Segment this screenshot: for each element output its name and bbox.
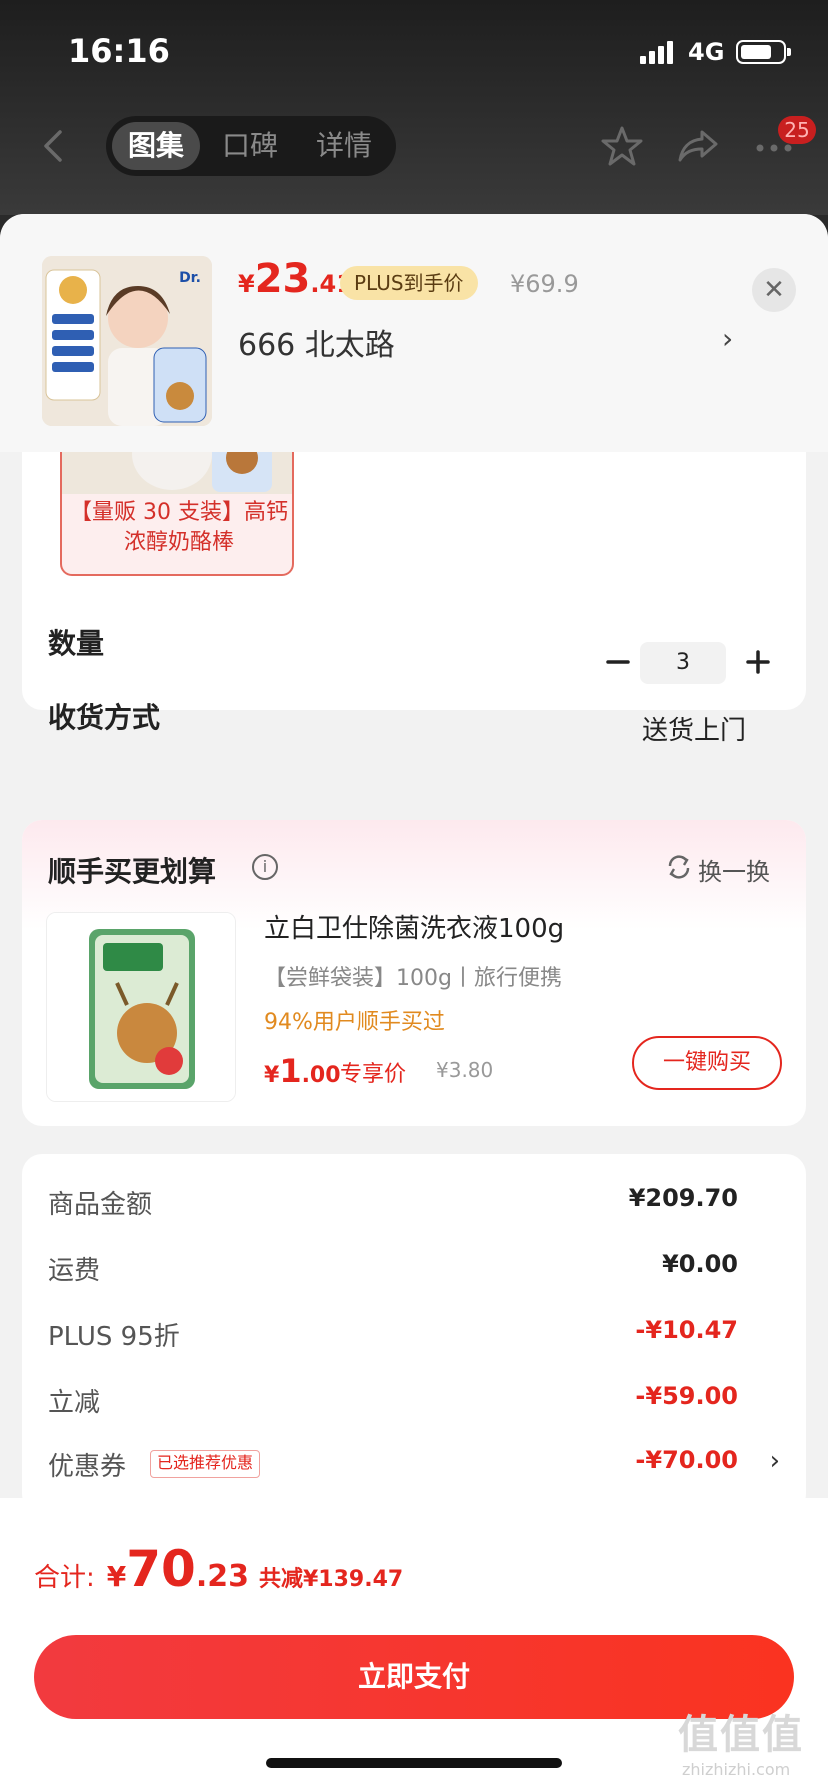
delivery-address[interactable]: 666 北太路 [238, 320, 395, 364]
signal-icon [640, 40, 676, 64]
checkout-sheet: Dr. ¥ 23 .41 PLUS到手价 ¥69.9 ✕ 666 北太路 › 【… [0, 214, 828, 1792]
price-integer: 23 [254, 256, 311, 302]
price-summary-card: 商品金额 ¥209.70 运费 ¥0.00 PLUS 95折 -¥10.47 立… [22, 1154, 806, 1514]
close-icon[interactable]: ✕ [752, 268, 796, 312]
product-thumbnail: Dr. [42, 256, 212, 426]
svg-text:Dr.: Dr. [179, 270, 201, 286]
summary-value: ¥0.00 [662, 1250, 738, 1278]
summary-value: -¥59.00 [635, 1382, 738, 1410]
message-badge: 25 [778, 116, 816, 144]
addon-price-tag: 专享价 [340, 1062, 407, 1087]
total-currency: ¥ [106, 1560, 127, 1593]
total-savings: 共减¥139.47 [259, 1567, 404, 1592]
summary-label: 商品金额 [48, 1190, 153, 1220]
addon-purchase-stat: 94%用户顺手买过 [264, 1010, 445, 1035]
addon-product-subtitle: 【尝鲜袋装】100g丨旅行便携 [264, 966, 562, 991]
summary-value: -¥10.47 [635, 1316, 738, 1344]
minus-icon[interactable] [600, 644, 636, 680]
total-label: 合计: [34, 1563, 95, 1593]
addon-price: ¥ 1 .00 [264, 1052, 341, 1090]
summary-label: 运费 [48, 1256, 101, 1286]
summary-row: 立减 -¥59.00 [22, 1382, 806, 1422]
addon-price-currency: ¥ [264, 1063, 280, 1088]
addon-price-decimal: .00 [301, 1063, 341, 1088]
share-icon[interactable] [676, 124, 720, 168]
coupon-row[interactable]: 优惠券 已选推荐优惠 -¥70.00 › [22, 1446, 806, 1486]
delivery-method-value[interactable]: 送货上门 [642, 710, 746, 747]
nav-tabs: 图集 口碑 详情 [106, 116, 396, 176]
total-amount: 合计: ¥ 70 .23 共减¥139.47 [34, 1540, 403, 1598]
watermark-logo: 值值值 [678, 1712, 804, 1758]
star-icon[interactable] [600, 124, 644, 168]
summary-label: 立减 [48, 1388, 101, 1418]
original-price: ¥69.9 [510, 270, 579, 298]
quantity-label: 数量 [48, 627, 105, 660]
tab-gallery[interactable]: 图集 [112, 122, 200, 170]
total-integer: 70 [126, 1540, 196, 1598]
plus-icon[interactable] [740, 644, 776, 680]
summary-label: 优惠券 [48, 1452, 127, 1482]
summary-label: PLUS 95折 [48, 1322, 180, 1352]
addon-product-image [46, 912, 236, 1102]
total-decimal: .23 [195, 1559, 249, 1594]
network-label: 4G [688, 38, 725, 66]
plus-price: ¥ 23 .41 [238, 256, 353, 306]
info-icon[interactable]: i [252, 854, 278, 880]
addon-product-name[interactable]: 立白卫仕除菌洗衣液100g [264, 908, 564, 945]
summary-row: 商品金额 ¥209.70 [22, 1184, 806, 1224]
home-indicator[interactable] [266, 1758, 562, 1768]
one-click-buy-button[interactable]: 一键购买 [632, 1036, 782, 1090]
addon-recommendation-card: 顺手买更划算 i 换一换 立白卫仕除菌洗衣液100g 【尝鲜袋装】100g丨旅行… [22, 820, 806, 1126]
back-icon[interactable] [40, 128, 68, 164]
chevron-right-icon[interactable]: › [770, 1446, 780, 1476]
background-page: 16:16 4G 图集 口碑 详情 25 [0, 0, 828, 215]
price-currency: ¥ [238, 270, 255, 298]
quantity-value[interactable]: 3 [640, 642, 726, 684]
tab-details[interactable]: 详情 [300, 122, 388, 170]
status-bar: 16:16 4G [0, 0, 828, 100]
delivery-method-label: 收货方式 [48, 701, 161, 734]
watermark-url: zhizhizhi.com [682, 1760, 791, 1779]
summary-value: -¥70.00 [635, 1446, 738, 1474]
summary-row: 运费 ¥0.00 [22, 1250, 806, 1290]
plus-price-tag: PLUS到手价 [340, 266, 478, 300]
status-time: 16:16 [68, 32, 170, 70]
sku-label: 【量贩 30 支装】高钙浓醇奶酪棒 [70, 500, 288, 555]
sheet-header: Dr. ¥ 23 .41 PLUS到手价 ¥69.9 ✕ 666 北太路 › [0, 214, 828, 452]
addon-section-title: 顺手买更划算 [48, 855, 217, 888]
addon-original-price: ¥3.80 [436, 1058, 494, 1082]
chevron-right-icon[interactable]: › [722, 322, 733, 355]
summary-value: ¥209.70 [628, 1184, 738, 1212]
battery-icon [736, 40, 791, 64]
addon-price-integer: 1 [279, 1052, 302, 1090]
coupon-tag: 已选推荐优惠 [150, 1450, 261, 1478]
swap-button[interactable]: 换一换 [698, 852, 770, 887]
tab-reviews[interactable]: 口碑 [206, 122, 294, 170]
refresh-icon[interactable] [666, 854, 692, 880]
summary-row: PLUS 95折 -¥10.47 [22, 1316, 806, 1356]
product-options-card: 【量贩 30 支装】高钙浓醇奶酪棒 数量 3 收货方式 送货上门 [22, 414, 806, 746]
